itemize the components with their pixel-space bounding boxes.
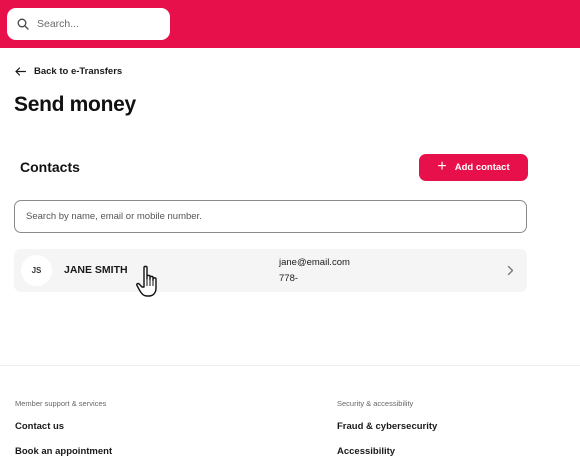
contact-row[interactable]: JS JANE SMITH jane@email.com 778- [14, 249, 527, 292]
contact-phone: 778- [279, 273, 299, 284]
contact-name: JANE SMITH [64, 264, 128, 276]
contact-search-input[interactable]: Search by name, email or mobile number. [14, 200, 527, 233]
footer-heading-security: Security & accessibility [337, 399, 414, 408]
avatar: JS [21, 255, 52, 286]
footer-link-book-appointment[interactable]: Book an appointment [15, 446, 112, 457]
chevron-right-icon [507, 265, 514, 276]
global-search-placeholder: Search... [37, 18, 80, 30]
back-link[interactable]: Back to e-Transfers [15, 66, 122, 77]
footer-link-contact-us[interactable]: Contact us [15, 421, 64, 432]
contacts-heading: Contacts [20, 159, 80, 175]
search-icon [17, 18, 29, 30]
footer-divider [0, 365, 580, 366]
footer-link-fraud[interactable]: Fraud & cybersecurity [337, 421, 437, 432]
hand-pointer-cursor-icon [136, 265, 157, 297]
arrow-left-icon [15, 67, 26, 76]
footer-heading-support: Member support & services [15, 399, 107, 408]
contact-email: jane@email.com [279, 257, 350, 268]
top-bar: Search... [0, 0, 580, 48]
global-search-input[interactable]: Search... [7, 8, 170, 40]
back-link-label: Back to e-Transfers [34, 66, 123, 77]
add-contact-button[interactable]: + Add contact [419, 154, 528, 181]
footer-link-accessibility[interactable]: Accessibility [337, 446, 395, 457]
add-contact-label: Add contact [454, 162, 510, 173]
page-title: Send money [14, 93, 136, 116]
plus-icon: + [437, 158, 447, 175]
contact-search-placeholder: Search by name, email or mobile number. [26, 211, 202, 222]
